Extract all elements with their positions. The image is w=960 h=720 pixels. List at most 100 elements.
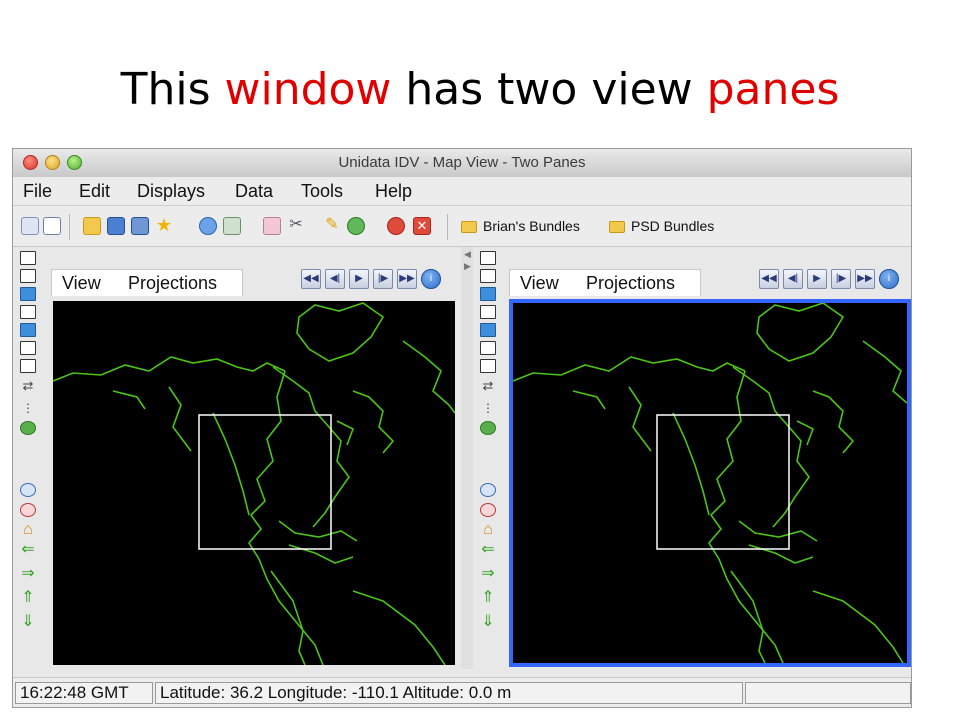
tab-view[interactable]: View	[520, 273, 559, 294]
help-icon[interactable]	[199, 217, 217, 235]
folder-icon	[609, 221, 625, 233]
pan-down-icon[interactable]: ⇓	[20, 614, 36, 630]
brians-bundles-button[interactable]: Brian's Bundles	[483, 218, 580, 234]
save-as-icon[interactable]	[131, 217, 149, 235]
tab-view[interactable]: View	[62, 273, 101, 294]
menu-tools[interactable]: Tools	[301, 181, 343, 202]
slide-title-part3: has two view	[391, 64, 707, 115]
divider-collapse-right-icon[interactable]: ▶	[464, 261, 471, 272]
view-west-cube-icon[interactable]	[20, 341, 36, 355]
slide-title-part1: This	[120, 64, 225, 115]
data-chooser-icon[interactable]	[21, 217, 39, 235]
view-pane-right: ⇄ ⋮ ⌂ ⇐ ⇒ ⇑ ⇓ View Projections ◀◀ ◀| ▶ |…	[473, 247, 911, 669]
pan-left-icon[interactable]: ⇐	[20, 542, 36, 558]
map-display-right[interactable]	[509, 299, 911, 667]
status-progress	[745, 682, 911, 704]
tab-projections[interactable]: Projections	[128, 273, 217, 294]
coastline-map	[513, 303, 907, 663]
pan-right-icon[interactable]: ⇒	[20, 566, 36, 582]
pan-down-icon[interactable]: ⇓	[480, 614, 496, 630]
animation-first-button[interactable]: ◀◀	[301, 269, 321, 289]
view-3d-frame-icon[interactable]	[20, 359, 36, 373]
map-display-left[interactable]	[53, 301, 455, 665]
view-north-cube-icon[interactable]	[20, 287, 36, 301]
remove-all-icon[interactable]: ✕	[413, 217, 431, 235]
zoom-out-icon[interactable]	[20, 503, 36, 517]
new-window-icon[interactable]	[43, 217, 61, 235]
view-south-cube-icon[interactable]	[480, 323, 496, 337]
mail-icon[interactable]	[223, 217, 241, 235]
window-titlebar[interactable]: Unidata IDV - Map View - Two Panes	[13, 149, 911, 178]
animation-first-button[interactable]: ◀◀	[759, 269, 779, 289]
status-bar: 16:22:48 GMT Latitude: 36.2 Longitude: -…	[13, 677, 911, 707]
vertical-scale-icon[interactable]: ⋮	[480, 401, 496, 415]
psd-bundles-button[interactable]: PSD Bundles	[631, 218, 714, 234]
view-south-cube-icon[interactable]	[20, 323, 36, 337]
pencil-icon[interactable]: ✎	[323, 217, 341, 235]
globe-icon[interactable]	[347, 217, 365, 235]
window-title: Unidata IDV - Map View - Two Panes	[338, 154, 586, 171]
animation-play-button[interactable]: ▶	[807, 269, 827, 289]
animation-step-back-button[interactable]: ◀|	[325, 269, 345, 289]
rotate-icon[interactable]: ⇄	[480, 379, 496, 393]
divider-collapse-left-icon[interactable]: ◀	[464, 249, 471, 260]
animation-step-forward-button[interactable]: |▶	[831, 269, 851, 289]
view-north-cube-icon[interactable]	[480, 287, 496, 301]
animation-info-icon[interactable]: i	[879, 269, 899, 289]
animation-last-button[interactable]: ▶▶	[855, 269, 875, 289]
menu-help[interactable]: Help	[375, 181, 412, 202]
projection-bounds-box	[656, 414, 790, 550]
animation-play-button[interactable]: ▶	[349, 269, 369, 289]
reset-view-icon[interactable]	[20, 421, 36, 435]
idv-window: Unidata IDV - Map View - Two Panes File …	[12, 148, 912, 708]
pan-left-icon[interactable]: ⇐	[480, 542, 496, 558]
zoom-in-icon[interactable]	[20, 483, 36, 497]
coastline-map	[53, 302, 455, 665]
reset-view-icon[interactable]	[480, 421, 496, 435]
save-icon[interactable]	[107, 217, 125, 235]
view-side-toolbar: ⇄ ⋮ ⌂ ⇐ ⇒ ⇑ ⇓	[473, 247, 503, 669]
menu-data[interactable]: Data	[235, 181, 273, 202]
pan-right-icon[interactable]: ⇒	[480, 566, 496, 582]
view-3d-frame-icon[interactable]	[480, 359, 496, 373]
toolbar-separator	[447, 214, 448, 240]
home-icon[interactable]: ⌂	[480, 522, 496, 538]
animation-step-back-button[interactable]: ◀|	[783, 269, 803, 289]
status-location: Latitude: 36.2 Longitude: -110.1 Altitud…	[155, 682, 743, 704]
home-icon[interactable]: ⌂	[20, 522, 36, 538]
pan-up-icon[interactable]: ⇑	[20, 590, 36, 606]
animation-info-icon[interactable]: i	[421, 269, 441, 289]
status-time: 16:22:48 GMT	[15, 682, 153, 704]
projection-bounds-box	[198, 414, 332, 550]
animation-last-button[interactable]: ▶▶	[397, 269, 417, 289]
scissors-icon[interactable]: ✂	[287, 217, 305, 235]
toolbar-separator	[69, 214, 70, 240]
view-bottom-cube-icon[interactable]	[20, 269, 36, 283]
view-top-cube-icon[interactable]	[480, 251, 496, 265]
tab-projections[interactable]: Projections	[586, 273, 675, 294]
animation-controls: ◀◀ ◀| ▶ |▶ ▶▶ i	[301, 269, 451, 289]
vertical-scale-icon[interactable]: ⋮	[20, 401, 36, 415]
open-folder-icon[interactable]	[83, 217, 101, 235]
stop-record-icon[interactable]	[387, 217, 405, 235]
favorites-star-icon[interactable]: ★	[155, 216, 173, 235]
zoom-in-icon[interactable]	[480, 483, 496, 497]
view-bottom-cube-icon[interactable]	[480, 269, 496, 283]
pan-up-icon[interactable]: ⇑	[480, 590, 496, 606]
view-west-cube-icon[interactable]	[480, 341, 496, 355]
animation-step-forward-button[interactable]: |▶	[373, 269, 393, 289]
view-east-cube-icon[interactable]	[20, 305, 36, 319]
menu-edit[interactable]: Edit	[79, 181, 110, 202]
rotate-icon[interactable]: ⇄	[20, 379, 36, 393]
slide-title-window-word: window	[224, 64, 392, 115]
zoom-out-icon[interactable]	[480, 503, 496, 517]
view-pane-left: ⇄ ⋮ ⌂ ⇐ ⇒ ⇑ ⇓ View Projections ◀◀ ◀| ▶ |…	[13, 247, 461, 669]
eraser-icon[interactable]	[263, 217, 281, 235]
pane-divider[interactable]: ◀ ▶	[461, 247, 473, 669]
view-east-cube-icon[interactable]	[480, 305, 496, 319]
menu-displays[interactable]: Displays	[137, 181, 205, 202]
menu-file[interactable]: File	[23, 181, 52, 202]
view-tabs: View Projections	[51, 269, 243, 296]
view-top-cube-icon[interactable]	[20, 251, 36, 265]
slide-title: This window has two view panes	[0, 62, 960, 118]
